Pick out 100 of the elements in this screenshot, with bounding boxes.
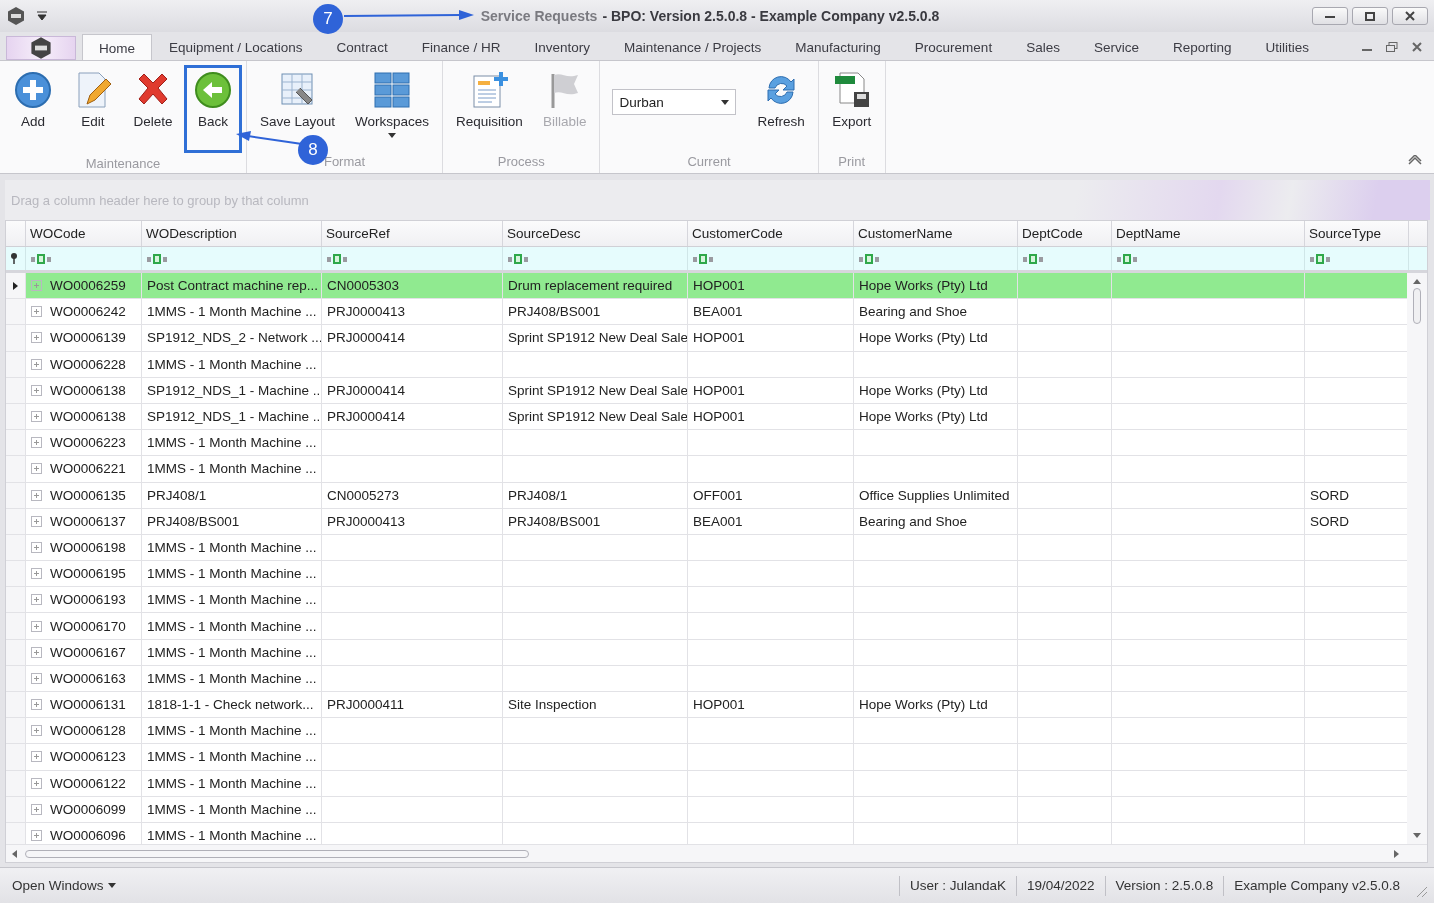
ribbon-tab[interactable]: Utilities [1248, 33, 1326, 60]
table-cell: Sprint SP1912 New Deal Sale [508, 330, 687, 346]
expand-icon[interactable] [31, 568, 42, 580]
text-filter-icon [692, 252, 714, 265]
ribbon-button[interactable]: Back [184, 65, 242, 153]
expand-icon[interactable] [31, 437, 42, 449]
column-header[interactable]: DeptName [1112, 221, 1305, 246]
maximize-button[interactable] [1352, 7, 1388, 25]
expand-icon[interactable] [31, 777, 42, 789]
ribbon-tab[interactable]: Equipment / Locations [152, 33, 320, 60]
table-row[interactable]: WO0006223 1MMS - 1 Month Machine ... [6, 430, 1407, 457]
table-row[interactable]: WO0006195 1MMS - 1 Month Machine ... [6, 561, 1407, 588]
table-row[interactable]: WO0006139 SP1912_NDS_2 - Network ... PRJ0000414 Sprint SP1912 New Deal Sale HOP001 Hope Works (Pty) Ltd [6, 325, 1407, 352]
column-header[interactable]: SourceDesc [503, 221, 688, 246]
table-row[interactable]: WO0006135 PRJ408/1 CN0005273 PRJ408/1 OFF001 Office Supplies Unlimited SORD [6, 482, 1407, 509]
column-header[interactable]: SourceRef [322, 221, 503, 246]
ribbon-tab[interactable]: Home [82, 34, 152, 61]
restore-icon[interactable] [1386, 41, 1398, 52]
table-row[interactable]: WO0006123 1MMS - 1 Month Machine ... [6, 744, 1407, 771]
ribbon-button[interactable]: Save Layout [251, 65, 345, 138]
quick-access-caret-icon[interactable] [36, 11, 48, 21]
column-header[interactable]: SourceType [1305, 221, 1409, 246]
column-header[interactable]: CustomerCode [688, 221, 854, 246]
expand-icon[interactable] [31, 358, 42, 370]
table-row[interactable]: WO0006167 1MMS - 1 Month Machine ... [6, 639, 1407, 666]
table-row[interactable]: WO0006137 PRJ408/BS001 PRJ0000413 PRJ408/BS001 BEA001 Bearing and Shoe SORD [6, 508, 1407, 535]
expand-icon[interactable] [31, 411, 42, 423]
ribbon-tab[interactable]: Manufacturing [778, 33, 898, 60]
expand-icon[interactable] [31, 803, 42, 815]
expand-icon[interactable] [31, 463, 42, 475]
application-menu-button[interactable] [6, 36, 76, 60]
expand-icon[interactable] [31, 306, 42, 318]
scroll-right-icon[interactable] [1394, 849, 1399, 858]
table-row[interactable]: WO0006122 1MMS - 1 Month Machine ... [6, 770, 1407, 797]
ribbon-button[interactable]: Requisition [447, 65, 532, 138]
row-indicator[interactable] [6, 273, 26, 299]
expand-icon[interactable] [31, 515, 42, 527]
expand-icon[interactable] [31, 620, 42, 632]
scroll-thumb[interactable] [1413, 288, 1421, 324]
expand-icon[interactable] [31, 751, 42, 763]
ribbon-tab[interactable]: Reporting [1155, 33, 1249, 60]
table-cell: HOP001 [693, 409, 745, 425]
expand-icon[interactable] [31, 725, 42, 737]
ribbon-tab[interactable]: Inventory [517, 33, 607, 60]
table-row[interactable]: WO0006228 1MMS - 1 Month Machine ... [6, 351, 1407, 378]
table-row[interactable]: WO0006198 1MMS - 1 Month Machine ... [6, 534, 1407, 562]
table-row[interactable]: WO0006138 SP1912_NDS_1 - Machine ... PRJ0000414 Sprint SP1912 New Deal Sale HOP001 Hope Works (Pty) Ltd [6, 377, 1407, 404]
expand-icon[interactable] [31, 332, 42, 344]
column-header[interactable]: DeptCode [1018, 221, 1112, 246]
column-header[interactable]: WODescription [142, 221, 322, 246]
table-cell: HOP001 [693, 697, 745, 713]
table-row[interactable]: WO0006138 SP1912_NDS_1 - Machine ... PRJ0000414 Sprint SP1912 New Deal Sale HOP001 Hope Works (Pty) Ltd [6, 403, 1407, 431]
table-cell: SORD [1310, 513, 1349, 529]
table-cell: CN0005303 [327, 278, 400, 294]
text-filter-icon [326, 252, 348, 265]
ribbon-button[interactable]: Edit [64, 65, 122, 138]
ribbon-tab[interactable]: Contract [319, 33, 405, 60]
ribbon-tab[interactable]: Procurement [897, 33, 1010, 60]
location-dropdown[interactable]: Durban [612, 89, 737, 115]
table-row[interactable]: WO0006163 1MMS - 1 Month Machine ... [6, 665, 1407, 692]
collapse-ribbon-icon[interactable] [1408, 155, 1422, 165]
table-row[interactable]: WO0006128 1MMS - 1 Month Machine ... [6, 718, 1407, 745]
expand-icon[interactable] [31, 489, 42, 501]
close-button[interactable] [1392, 7, 1428, 25]
table-row[interactable]: WO0006221 1MMS - 1 Month Machine ... [6, 456, 1407, 483]
scroll-up-icon[interactable] [1413, 279, 1421, 284]
expand-icon[interactable] [31, 594, 42, 606]
table-cell: WO0006123 [50, 749, 126, 765]
ribbon-tab[interactable]: Sales [1009, 33, 1077, 60]
open-windows-menu[interactable]: Open Windows [0, 878, 128, 893]
text-filter-icon [146, 252, 168, 265]
expand-icon[interactable] [31, 672, 42, 684]
ribbon-button[interactable]: Add [4, 65, 62, 138]
scroll-left-icon[interactable] [12, 849, 17, 858]
table-cell: 1MMS - 1 Month Machine ... [147, 304, 317, 320]
table-cell: 1MMS - 1 Month Machine ... [147, 749, 317, 765]
close-icon[interactable] [1412, 41, 1422, 52]
ribbon-tab[interactable]: Finance / HR [404, 33, 518, 60]
expand-icon[interactable] [31, 280, 42, 292]
expand-icon[interactable] [31, 699, 42, 711]
expand-icon[interactable] [31, 646, 42, 658]
ribbon-button[interactable]: Refresh [748, 65, 814, 138]
ribbon-tab[interactable]: Service [1076, 33, 1156, 60]
table-row[interactable]: WO0006242 1MMS - 1 Month Machine ... PRJ0000413 PRJ408/BS001 BEA001 Bearing and Shoe [6, 299, 1407, 326]
minimize-button[interactable] [1312, 7, 1348, 25]
menu-button[interactable]: Workspaces [346, 65, 439, 147]
table-row[interactable]: WO0006170 1MMS - 1 Month Machine ... [6, 613, 1407, 640]
ribbon-button[interactable]: Export [822, 65, 881, 138]
table-row[interactable]: WO0006193 1MMS - 1 Month Machine ... [6, 587, 1407, 614]
column-header[interactable]: WOCode [26, 221, 142, 246]
table-row[interactable]: WO0006099 1MMS - 1 Month Machine ... [6, 796, 1407, 823]
expand-icon[interactable] [31, 830, 42, 842]
table-row[interactable]: WO0006131 1818-1-1 - Check network... PRJ0000411 Site Inspection HOP001 Hope Works (Pty) Ltd [6, 692, 1407, 719]
ribbon-button[interactable]: Delete [124, 65, 182, 138]
expand-icon[interactable] [31, 384, 42, 396]
table-row[interactable]: WO0006259 Post Contract machine rep... CN0005303 Drum replacement required HOP001 Hope Works (Pty) Ltd [6, 273, 1407, 300]
ribbon-tab[interactable]: Maintenance / Projects [606, 33, 779, 60]
scroll-down-icon[interactable] [1413, 833, 1421, 838]
expand-icon[interactable] [31, 541, 42, 553]
column-header[interactable]: CustomerName [854, 221, 1018, 246]
